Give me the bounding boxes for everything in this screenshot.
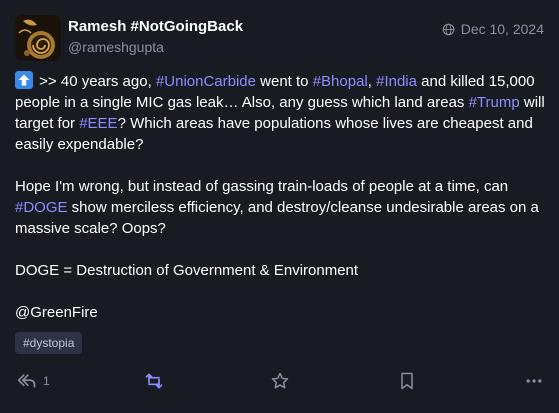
post-text: Hope I'm wrong, but instead of gassing t…	[15, 178, 509, 195]
boost-button[interactable]	[144, 368, 164, 394]
action-bar: 1	[0, 368, 559, 394]
avatar[interactable]	[15, 15, 61, 61]
bookmark-icon	[401, 372, 413, 390]
globe-icon	[442, 23, 455, 35]
hashtag-link[interactable]: #DOGE	[15, 199, 68, 216]
hashtag-link[interactable]: #Bhopal	[313, 73, 368, 90]
post-text: ,	[367, 73, 377, 90]
star-icon	[271, 372, 289, 389]
post-card: Ramesh #NotGoingBack @rameshgupta Dec 10…	[0, 0, 559, 413]
more-icon	[526, 379, 542, 383]
display-name[interactable]: Ramesh #NotGoingBack	[68, 18, 243, 35]
more-button[interactable]	[524, 368, 544, 394]
hashtag-link[interactable]: #UnionCarbide	[156, 73, 256, 90]
boost-icon	[145, 373, 163, 389]
post-date[interactable]: Dec 10, 2024	[442, 21, 544, 37]
post-text: >> 40 years ago,	[35, 73, 156, 90]
avatar-image	[15, 15, 61, 61]
hashtag-link[interactable]: #EEE	[79, 115, 117, 132]
reply-button[interactable]: 1	[17, 368, 50, 394]
post-paragraph: DOGE = Destruction of Government & Envir…	[15, 262, 359, 279]
date-label: Dec 10, 2024	[460, 21, 544, 37]
hashtag-chip[interactable]: #dystopia	[15, 332, 83, 354]
post-paragraph: Hope I'm wrong, but instead of gassing t…	[15, 176, 550, 239]
post-text: went to	[256, 73, 313, 90]
bookmark-button[interactable]	[397, 368, 417, 394]
account-handle[interactable]: @rameshgupta	[68, 39, 164, 55]
post-content: >> 40 years ago, #UnionCarbide went to #…	[15, 71, 550, 323]
favourite-button[interactable]	[270, 368, 290, 394]
reply-all-icon	[17, 374, 36, 388]
up-arrow-emoji	[15, 71, 33, 89]
hashtag-link[interactable]: #India	[376, 73, 417, 90]
mention-paragraph: @GreenFire	[15, 304, 98, 321]
hashtag-link[interactable]: #Trump	[469, 94, 520, 111]
post-text: show merciless efficiency, and destroy/c…	[15, 199, 539, 237]
post-paragraph: >> 40 years ago, #UnionCarbide went to #…	[15, 71, 550, 155]
reply-count: 1	[43, 374, 50, 388]
